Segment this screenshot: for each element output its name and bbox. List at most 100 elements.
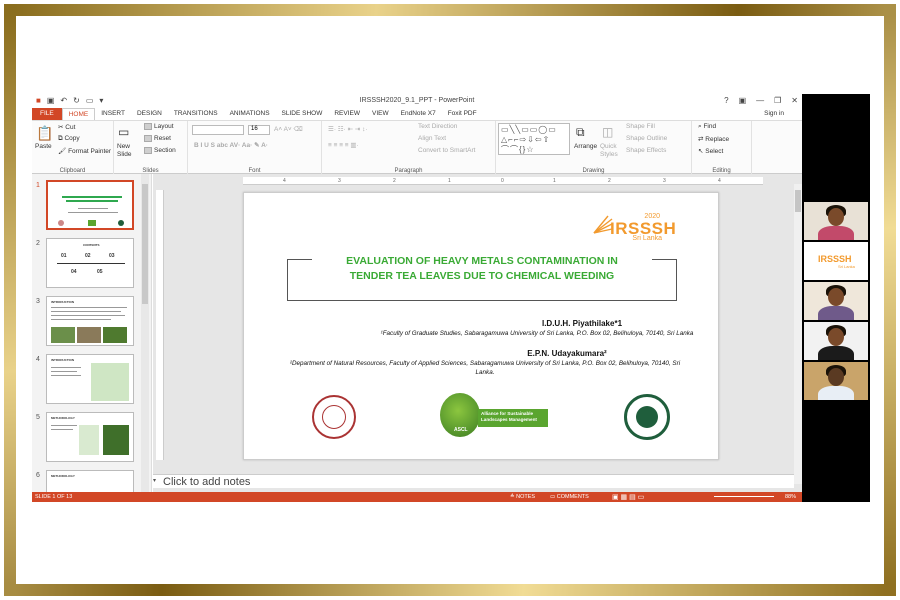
affiliation-1: ¹Faculty of Graduate Studies, Sabaragamu… <box>380 330 694 337</box>
align-icons[interactable]: ≡ ≡ ≡ ≡ ▥· <box>328 141 359 149</box>
thumbnail-image: INTRODUCTION <box>46 354 134 404</box>
format-painter-button[interactable]: 🖌 Format Painter <box>58 147 111 155</box>
group-font: 16 A˄ A˅ ⌫ B I U S abc AV· Aa· ✎ A· Font <box>188 121 322 175</box>
ribbon: 📋 Paste ✂ Cut ⧉ Copy 🖌 Format Painter Cl… <box>32 120 802 175</box>
title-bar: ■ ▣ ↶ ↻ ▭ ▾ IRSSSH2020_9.1_PPT - PowerPo… <box>32 94 802 108</box>
grow-shrink-font-icons[interactable]: A˄ A˅ ⌫ <box>274 125 303 133</box>
zoom-level[interactable]: 88% <box>785 494 796 500</box>
thumbnail-slide-1[interactable]: 1 <box>36 180 150 232</box>
font-size-field[interactable]: 16 <box>248 125 270 135</box>
cut-button[interactable]: ✂ Cut <box>58 123 75 131</box>
shapes-gallery[interactable]: ▭╲╲▭▭◯▭ △⌐⌐⇨⇩⇦⇧ ⌒⌒{}☆ <box>498 123 570 155</box>
participant-tile[interactable] <box>804 202 868 240</box>
notes-toggle[interactable]: ≙ NOTES <box>510 494 535 500</box>
arrange-button[interactable]: Arrange <box>574 143 597 150</box>
paste-button[interactable]: Paste <box>35 143 52 150</box>
sign-in-link[interactable]: Sign in <box>764 108 784 120</box>
new-slide-button[interactable]: New Slide <box>117 143 137 159</box>
copy-button[interactable]: ⧉ Copy <box>58 135 80 143</box>
shape-effects-button[interactable]: Shape Effects <box>626 147 666 154</box>
tab-animations[interactable]: ANIMATIONS <box>224 108 276 120</box>
tab-transitions[interactable]: TRANSITIONS <box>168 108 224 120</box>
tab-home[interactable]: HOME <box>61 108 96 120</box>
thumbnail-image: INTRODUCTION <box>46 296 134 346</box>
thumbnail-scrollbar[interactable] <box>141 174 149 492</box>
thumbnail-number: 4 <box>36 356 40 363</box>
participant-tile[interactable] <box>804 282 868 320</box>
reset-button[interactable]: Reset <box>144 135 171 142</box>
notes-collapse-icon[interactable]: ▾ <box>153 477 156 484</box>
view-buttons[interactable]: ▣ ▦ ▤ ▭ <box>612 493 644 501</box>
thumb2-item: 04 <box>71 269 77 275</box>
quick-styles-button[interactable]: Quick Styles <box>600 143 622 159</box>
notes-pane[interactable]: ▾ Click to add notes <box>153 474 794 488</box>
ruler-tick: 1 <box>448 178 451 184</box>
group-drawing: ▭╲╲▭▭◯▭ △⌐⌐⇨⇩⇦⇧ ⌒⌒{}☆ ⧉ Arrange ◫ Quick … <box>496 121 692 175</box>
text-direction-button[interactable]: Text Direction <box>418 123 457 130</box>
notes-placeholder[interactable]: Click to add notes <box>163 475 250 489</box>
arrange-icon[interactable]: ⧉ <box>576 125 585 140</box>
thumb2-item: 02 <box>85 253 91 259</box>
scrollbar-thumb[interactable] <box>142 184 148 304</box>
list-icons[interactable]: ☰· ☷· ⇤ ⇥ ↕· <box>328 125 368 133</box>
ruler-tick: 1 <box>553 178 556 184</box>
editor-vertical-scrollbar[interactable] <box>794 184 802 484</box>
help-button[interactable]: ? <box>724 96 728 105</box>
tab-foxit-pdf[interactable]: Foxit PDF <box>442 108 483 120</box>
thumbnail-slide-2[interactable]: 2 CONTENTS 01 02 03 04 05 <box>36 238 150 290</box>
section-button[interactable]: Section <box>144 147 176 154</box>
screen: ■ ▣ ↶ ↻ ▭ ▾ IRSSSH2020_9.1_PPT - PowerPo… <box>32 94 870 502</box>
new-slide-icon[interactable]: ▭ <box>118 125 129 139</box>
participant-tile[interactable] <box>804 322 868 360</box>
tab-review[interactable]: REVIEW <box>328 108 366 120</box>
thumbnail-slide-5[interactable]: 5 METHODOLOGY <box>36 412 150 464</box>
participant-logo-name: IRSSSH <box>818 254 852 264</box>
find-button[interactable]: ⌕ Find <box>698 123 716 131</box>
video-participants-strip: IRSSSH Sri Lanka <box>802 94 870 502</box>
thumb6-title: METHODOLOGY <box>51 474 75 478</box>
quick-styles-icon[interactable]: ◫ <box>602 125 613 139</box>
minimize-icon[interactable]: — <box>756 96 764 105</box>
ribbon-display-icon[interactable]: ▣ <box>739 96 747 105</box>
ruler-tick: 3 <box>338 178 341 184</box>
group-clipboard: 📋 Paste ✂ Cut ⧉ Copy 🖌 Format Painter Cl… <box>32 121 114 175</box>
participant-tile[interactable]: IRSSSH Sri Lanka <box>804 242 868 280</box>
comments-icon: ▭ <box>550 494 557 500</box>
tab-insert[interactable]: INSERT <box>95 108 131 120</box>
zoom-slider[interactable] <box>714 496 774 497</box>
thumbnail-image: METHODOLOGY <box>46 412 134 462</box>
scrollbar-thumb[interactable] <box>795 190 801 212</box>
align-text-button[interactable]: Align Text <box>418 135 446 142</box>
ruler-tick: 2 <box>608 178 611 184</box>
replace-button[interactable]: ⇄ Replace <box>698 135 729 143</box>
thumbnail-slide-3[interactable]: 3 INTRODUCTION <box>36 296 150 348</box>
select-button[interactable]: ↖ Select <box>698 147 723 155</box>
tab-view[interactable]: VIEW <box>366 108 395 120</box>
tab-slide-show[interactable]: SLIDE SHOW <box>276 108 329 120</box>
thumbnail-number: 1 <box>36 182 40 189</box>
department-seal-logo <box>624 394 670 440</box>
logo-country: Sri Lanka <box>632 235 662 242</box>
ruler-tick: 0 <box>501 178 504 184</box>
participant-tile[interactable] <box>804 362 868 400</box>
thumbnail-slide-4[interactable]: 4 INTRODUCTION <box>36 354 150 406</box>
window-title: IRSSSH2020_9.1_PPT - PowerPoint <box>359 97 475 104</box>
shape-fill-button[interactable]: Shape Fill <box>626 123 655 130</box>
restore-icon[interactable]: ❐ <box>774 96 781 105</box>
tab-design[interactable]: DESIGN <box>131 108 168 120</box>
slide-canvas[interactable]: 2020 IRSSSH Sri Lanka EVALUATION OF HEAV… <box>243 192 719 460</box>
convert-smartart-button[interactable]: Convert to SmartArt <box>418 147 475 154</box>
window-controls: ? ▣ — ❐ ✕ <box>724 96 798 105</box>
font-format-icons[interactable]: B I U S abc AV· Aa· ✎ A· <box>194 141 268 149</box>
layout-button[interactable]: Layout <box>144 123 174 130</box>
comments-toggle[interactable]: ▭ COMMENTS <box>550 494 589 500</box>
paste-icon[interactable]: 📋 <box>36 125 53 142</box>
tab-file[interactable]: FILE <box>32 108 62 120</box>
font-name-field[interactable] <box>192 125 244 135</box>
close-icon[interactable]: ✕ <box>791 96 798 105</box>
tab-endnote[interactable]: EndNote X7 <box>395 108 442 120</box>
shape-outline-button[interactable]: Shape Outline <box>626 135 667 142</box>
thumbnail-slide-6[interactable]: 6 METHODOLOGY <box>36 470 150 492</box>
title-frame[interactable]: EVALUATION OF HEAVY METALS CONTAMINATION… <box>287 255 677 301</box>
thumbnail-number: 5 <box>36 414 40 421</box>
